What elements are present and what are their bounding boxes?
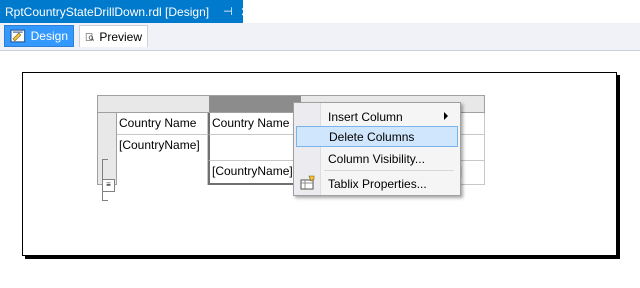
- properties-icon: [300, 175, 315, 190]
- document-tab-strip: RptCountryStateDrillDown.rdl [Design] ⊣ …: [0, 0, 640, 24]
- design-tab-label: Design: [30, 29, 68, 43]
- preview-tab[interactable]: Preview: [79, 25, 148, 47]
- preview-icon: [85, 32, 95, 41]
- menu-item-column-visibility[interactable]: Column Visibility...: [296, 148, 458, 169]
- menu-item-label: Column Visibility...: [328, 151, 425, 166]
- view-toolbar: Design Preview: [0, 23, 640, 51]
- row-handles[interactable]: ≡: [97, 113, 117, 201]
- cell-r1c1[interactable]: Country Name: [117, 113, 208, 135]
- menu-item-tablix-properties[interactable]: Tablix Properties...: [296, 173, 458, 194]
- cell-r2c2[interactable]: [208, 135, 300, 161]
- menu-item-label: Insert Column: [328, 109, 403, 124]
- cell-text: [CountryName]: [212, 164, 293, 178]
- menu-item-delete-columns[interactable]: Delete Columns: [296, 126, 458, 147]
- menu-item-label: Delete Columns: [329, 129, 415, 144]
- cell-r3c2[interactable]: [CountryName]: [208, 161, 300, 185]
- submenu-arrow-icon: [444, 112, 448, 120]
- cell-r1c2[interactable]: Country Name: [208, 113, 300, 135]
- group-indicator-icon: ≡: [102, 179, 115, 192]
- design-tab[interactable]: Design: [4, 25, 74, 47]
- cell-text: Country Name: [119, 116, 197, 130]
- cell-text: [CountryName]: [119, 138, 200, 152]
- pin-icon[interactable]: ⊣: [223, 5, 233, 18]
- preview-tab-label: Preview: [99, 29, 142, 44]
- document-tab[interactable]: RptCountryStateDrillDown.rdl [Design] ⊣ …: [0, 0, 251, 23]
- document-tab-title: RptCountryStateDrillDown.rdl [Design]: [5, 4, 210, 19]
- menu-item-insert-column[interactable]: Insert Column: [296, 106, 458, 127]
- close-icon[interactable]: ✕: [241, 5, 251, 19]
- menu-separator: [324, 170, 454, 171]
- cell-r2c1[interactable]: [CountryName]: [117, 135, 208, 185]
- cell-text: Country Name: [212, 116, 290, 130]
- menu-item-label: Tablix Properties...: [328, 176, 427, 191]
- design-icon: [10, 29, 26, 43]
- context-menu: Insert Column Delete Columns Column Visi…: [293, 102, 461, 196]
- selected-column-handle[interactable]: [209, 96, 301, 112]
